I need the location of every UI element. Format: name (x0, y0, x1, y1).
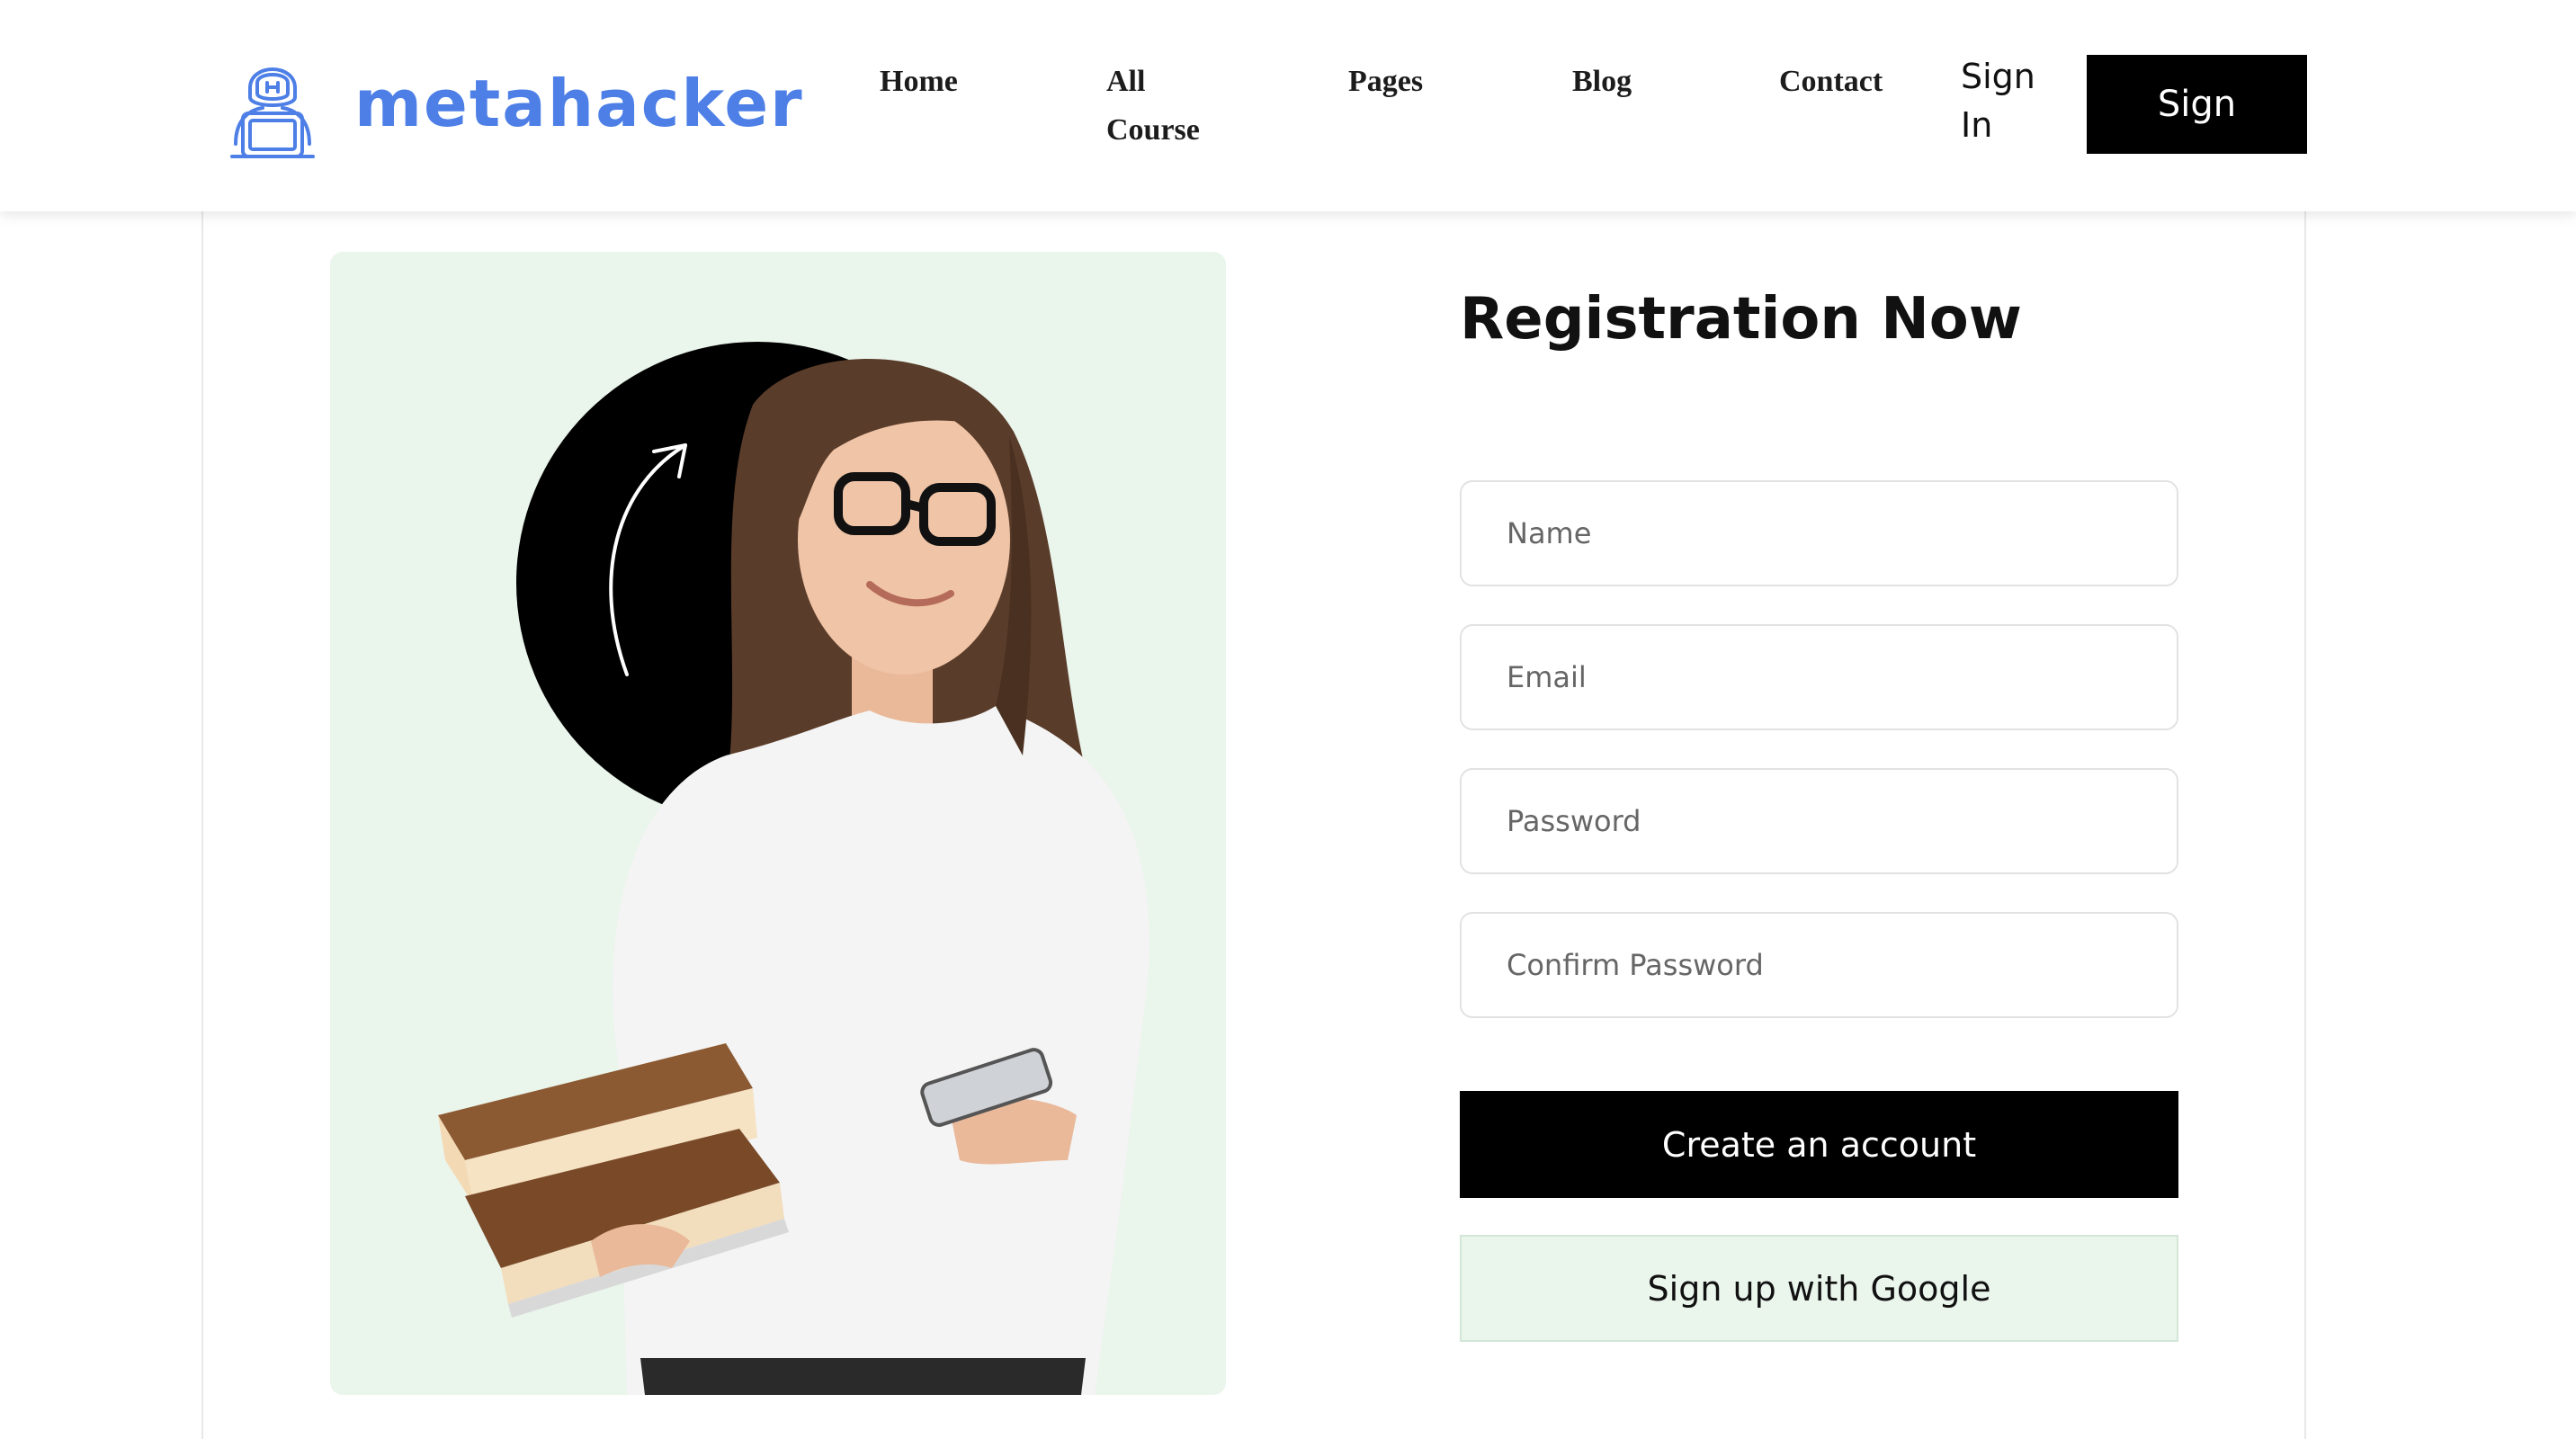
nav-all-course-line1: All (1106, 65, 1146, 98)
student-with-books-illustration (438, 342, 1149, 1395)
nav-all-course[interactable]: All Course (1106, 58, 1232, 155)
nav-sign-in-line1: Sign (1961, 57, 2035, 96)
nav-home[interactable]: Home (880, 58, 958, 106)
logo-text: metahacker (354, 66, 804, 141)
nav-blog[interactable]: Blog (1572, 58, 1632, 106)
google-signup-button[interactable]: Sign up with Google (1460, 1235, 2178, 1342)
create-account-button[interactable]: Create an account (1460, 1091, 2178, 1198)
nav-contact[interactable]: Contact (1779, 58, 1883, 106)
sign-button[interactable]: Sign (2087, 55, 2307, 154)
nav-pages[interactable]: Pages (1348, 58, 1423, 106)
hero-image-card (330, 252, 1226, 1395)
nav-all-course-line2: Course (1106, 113, 1200, 147)
confirm-password-input[interactable] (1460, 912, 2178, 1018)
nav-sign-in[interactable]: Sign In (1961, 52, 2042, 149)
site-header: metahacker Home All Course Pages Blog Co… (0, 0, 2576, 211)
nav-sign-in-line2: In (1961, 105, 1993, 145)
name-input[interactable] (1460, 480, 2178, 586)
hacker-laptop-icon (230, 67, 315, 158)
logo[interactable]: metahacker (223, 45, 804, 162)
password-input[interactable] (1460, 768, 2178, 874)
email-input[interactable] (1460, 624, 2178, 730)
registration-title: Registration Now (1460, 286, 2022, 353)
